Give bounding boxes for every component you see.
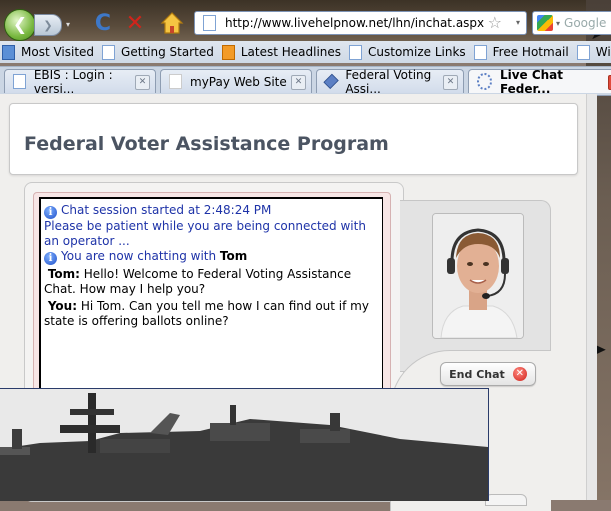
home-button[interactable]: [159, 10, 185, 36]
message-speaker: You:: [47, 299, 78, 313]
tab-ebis-login[interactable]: EBIS : Login : versi... ✕: [4, 68, 156, 96]
page-icon: [473, 44, 487, 60]
tab-live-chat[interactable]: Live Chat Feder... ✕: [468, 67, 611, 96]
reload-icon: C: [94, 10, 112, 36]
bookmark-latest-headlines[interactable]: Latest Headlines: [220, 44, 347, 60]
info-icon: i: [44, 252, 57, 265]
page-title: Federal Voter Assistance Program: [24, 133, 389, 155]
system-message: i Chat session started at 2:48:24 PM: [44, 203, 379, 219]
vertical-scrollbar[interactable]: [586, 94, 597, 500]
forward-arrow-icon: ❯: [43, 18, 53, 32]
message-speaker: Tom:: [47, 267, 80, 281]
partial-button[interactable]: [485, 494, 527, 506]
rss-icon: [221, 44, 235, 60]
bookmark-star-icon[interactable]: ☆: [488, 12, 502, 34]
loading-spinner-icon: [477, 73, 492, 90]
chat-message: You: Hi Tom. Can you tell me how I can f…: [44, 299, 379, 329]
page-icon: [203, 15, 216, 31]
agent-avatar-image: [433, 214, 523, 338]
google-icon[interactable]: [537, 15, 553, 31]
bookmark-label: Windows Marketplace: [595, 45, 611, 59]
history-dropdown-button[interactable]: ▾: [62, 14, 74, 34]
bookmark-customize-links[interactable]: Customize Links: [347, 44, 472, 60]
close-icon: ✕: [512, 367, 527, 381]
tab-federal-voting[interactable]: Federal Voting Assi... ✕: [316, 68, 464, 96]
bookmark-label: Getting Started: [121, 45, 214, 59]
bookmarks-toolbar: Most Visited Getting Started Latest Head…: [0, 41, 611, 63]
close-icon[interactable]: ✕: [443, 75, 458, 90]
back-arrow-icon: ❮: [12, 15, 28, 35]
bookmark-free-hotmail[interactable]: Free Hotmail: [472, 44, 575, 60]
reload-button[interactable]: C: [91, 10, 115, 36]
system-message-text: Chat session started at 2:48:24 PM: [61, 203, 272, 217]
close-icon[interactable]: ✕: [135, 75, 150, 90]
chat-message: Tom: Hello! Welcome to Federal Voting As…: [44, 267, 379, 297]
tab-label: Live Chat Feder...: [499, 67, 564, 96]
bookmark-label: Latest Headlines: [240, 45, 342, 59]
back-button[interactable]: ❮: [4, 9, 36, 41]
bookmark-label: Most Visited: [21, 45, 95, 59]
chevron-down-icon[interactable]: ▾: [556, 19, 560, 28]
end-chat-button[interactable]: End Chat ✕: [440, 362, 536, 386]
page-icon: [169, 74, 182, 89]
tab-mypay[interactable]: myPay Web Site ✕: [160, 69, 312, 93]
site-favicon-icon: [323, 73, 339, 90]
header-panel: Federal Voter Assistance Program: [9, 103, 578, 175]
stop-icon: ✕: [125, 10, 145, 36]
agent-name: Tom: [219, 249, 248, 263]
agent-photo: [432, 213, 524, 339]
address-bar[interactable]: http://www.livehelpnow.net/lhn/inchat.as…: [194, 11, 527, 35]
close-icon[interactable]: ✕: [291, 75, 306, 90]
page-icon: [102, 44, 116, 60]
page-icon: [349, 44, 363, 60]
folder-icon: [2, 44, 15, 60]
bookmark-getting-started[interactable]: Getting Started: [100, 44, 220, 60]
overlay-photo-window[interactable]: [0, 388, 489, 501]
chevron-down-icon: ▾: [65, 19, 70, 29]
stop-button[interactable]: ✕: [123, 10, 147, 36]
info-icon: i: [44, 206, 57, 219]
message-text: Hello! Welcome to Federal Voting Assista…: [44, 267, 352, 296]
system-message: i You are now chatting with Tom: [44, 249, 379, 265]
message-text: Hi Tom. Can you tell me how I can find o…: [44, 299, 369, 328]
address-url[interactable]: http://www.livehelpnow.net/lhn/inchat.as…: [225, 16, 484, 30]
bookmark-windows-marketplace[interactable]: Windows Marketplace: [575, 44, 611, 60]
system-message: Please be patient while you are being co…: [44, 219, 366, 248]
end-chat-label: End Chat: [449, 367, 505, 381]
home-icon: [160, 12, 184, 34]
search-box[interactable]: ▾ Google: [532, 11, 611, 35]
bookmark-label: Customize Links: [368, 45, 466, 59]
system-message-text: You are now chatting with: [61, 249, 220, 263]
page-icon: [576, 44, 590, 60]
bookmark-label: Free Hotmail: [492, 45, 569, 59]
address-dropdown-icon[interactable]: ▾: [516, 12, 520, 34]
page-icon: [13, 74, 26, 89]
forward-button[interactable]: ❯: [34, 14, 62, 36]
warship-photo: [0, 389, 488, 501]
navigation-toolbar: ❮ ❯ ▾ C ✕ http://www.livehelpnow.net/lhn…: [0, 4, 611, 41]
bookmark-most-visited[interactable]: Most Visited: [0, 44, 100, 60]
tab-label: myPay Web Site: [190, 74, 287, 89]
search-input[interactable]: Google: [564, 16, 606, 30]
tab-bar: EBIS : Login : versi... ✕ myPay Web Site…: [0, 66, 611, 96]
